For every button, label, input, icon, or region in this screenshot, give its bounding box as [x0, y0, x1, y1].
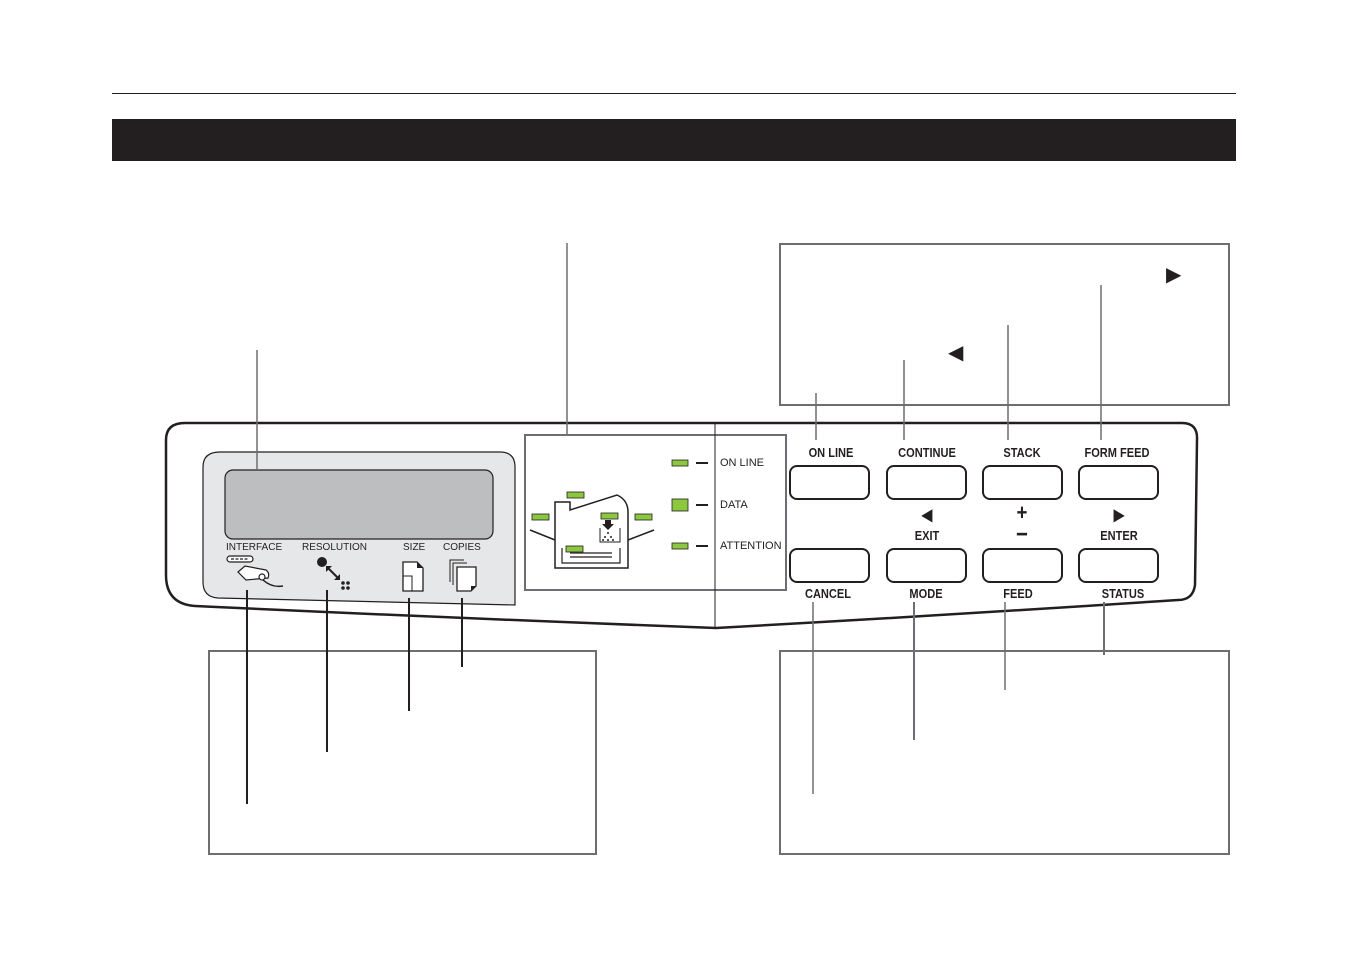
status-button[interactable] — [1078, 548, 1159, 583]
enter-label: ENTER — [1100, 528, 1138, 543]
minus-icon: − — [1016, 521, 1028, 548]
enter-arrow-icon: ▶ — [1113, 507, 1125, 524]
online-button-label: ON LINE — [808, 445, 854, 460]
copies-label: COPIES — [443, 542, 481, 553]
mode-button-label: MODE — [909, 586, 943, 601]
feed-button-label: FEED — [1003, 586, 1033, 601]
size-label: SIZE — [403, 542, 426, 553]
led-right — [634, 513, 653, 521]
online-led — [671, 459, 689, 467]
lcd-screen — [224, 469, 494, 540]
interface-label: INTERFACE — [226, 542, 283, 553]
continue-button-label: CONTINUE — [898, 445, 956, 460]
mode-button[interactable] — [886, 548, 967, 583]
cancel-button-label: CANCEL — [804, 586, 852, 601]
led-cover — [566, 491, 585, 499]
paper-size-icon — [402, 561, 424, 592]
stack-button-label: STACK — [1003, 445, 1041, 460]
cancel-button[interactable] — [789, 548, 870, 583]
attention-indicator-label: ATTENTION — [720, 540, 782, 552]
form-feed-button-label: FORM FEED — [1084, 445, 1150, 460]
led-toner — [600, 512, 619, 520]
attention-led — [671, 542, 689, 550]
stack-button[interactable] — [982, 465, 1063, 500]
led-left — [531, 513, 550, 521]
online-button[interactable] — [789, 465, 870, 500]
data-indicator-label: DATA — [720, 499, 748, 511]
online-indicator-label: ON LINE — [720, 457, 765, 469]
data-led — [671, 498, 689, 512]
led-tray — [565, 545, 584, 553]
exit-arrow-icon: ◀ — [921, 507, 933, 524]
exit-label: EXIT — [914, 528, 940, 543]
feed-button[interactable] — [982, 548, 1063, 583]
status-button-label: STATUS — [1101, 586, 1145, 601]
resolution-label: RESOLUTION — [302, 542, 368, 553]
form-feed-button[interactable] — [1078, 465, 1159, 500]
continue-button[interactable] — [886, 465, 967, 500]
